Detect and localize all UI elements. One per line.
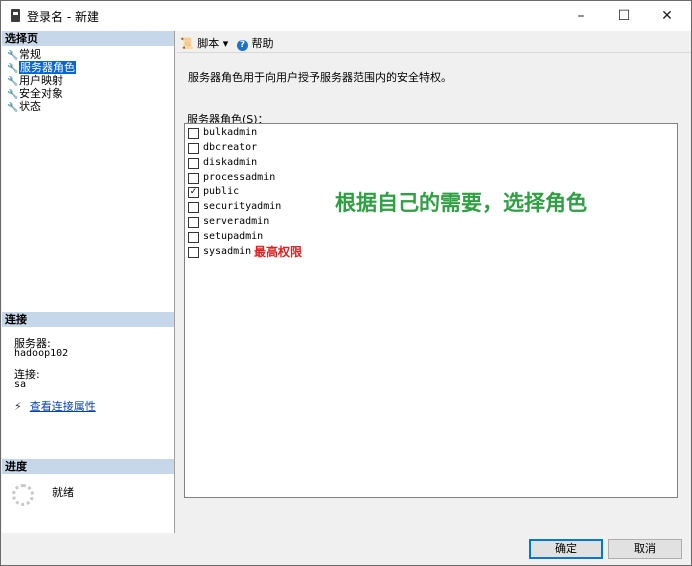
role-checkbox[interactable] — [188, 173, 199, 184]
wrench-icon: 🔧 — [7, 103, 19, 113]
select-page-header: 选择页 — [2, 31, 174, 46]
connection-header: 连接 — [2, 312, 174, 327]
nav-item-status[interactable]: 🔧状态 — [7, 100, 41, 113]
nav-item-general[interactable]: 🔧常规 — [7, 48, 41, 61]
maximize-button[interactable]: ☐ — [601, 1, 647, 31]
close-button[interactable]: ✕ — [644, 1, 690, 31]
chevron-down-icon: ▾ — [222, 37, 229, 50]
cancel-button[interactable]: 取消 — [608, 539, 682, 559]
role-checkbox[interactable] — [188, 158, 199, 169]
role-checkbox-checked[interactable]: ✓ — [188, 187, 199, 198]
app-icon — [11, 9, 20, 22]
progress-spinner-icon — [12, 484, 34, 506]
page-description: 服务器角色用于向用户授予服务器范围内的安全特权。 — [188, 71, 452, 84]
role-checkbox[interactable] — [188, 217, 199, 228]
help-button[interactable]: ? 帮助 — [237, 35, 274, 51]
ok-button[interactable]: 确定 — [529, 539, 603, 559]
role-checkbox[interactable] — [188, 202, 199, 213]
minimize-button[interactable]: – — [558, 1, 604, 31]
view-connection-properties-link[interactable]: ⚡ 查看连接属性 — [14, 398, 96, 414]
progress-header: 进度 — [2, 459, 174, 474]
role-checkbox[interactable] — [188, 128, 199, 139]
toolbar: 📜 脚本 ▾ ? 帮助 — [177, 31, 691, 53]
server-roles-list: bulkadmin dbcreator diskadmin processadm… — [184, 123, 678, 498]
script-icon: 📜 — [180, 37, 194, 50]
annotation-choose-role: 根据自己的需要，选择角色 — [335, 191, 587, 215]
annotation-highest-privilege: 最高权限 — [254, 245, 303, 259]
window-title: 登录名 - 新建 — [27, 10, 99, 24]
progress-status: 就绪 — [52, 486, 74, 499]
role-checkbox[interactable] — [188, 232, 199, 243]
title-bar: 登录名 - 新建 – ☐ ✕ — [1, 1, 691, 31]
server-value: hadoop102 — [14, 348, 69, 359]
script-dropdown[interactable]: 📜 脚本 ▾ — [180, 35, 228, 51]
nav-item-server-roles[interactable]: 🔧 服务器角色 — [7, 61, 76, 74]
help-icon: ? — [237, 40, 248, 51]
connect-value: sa — [14, 379, 27, 390]
role-checkbox[interactable] — [188, 143, 199, 154]
nav-item-securables[interactable]: 🔧安全对象 — [7, 87, 63, 100]
left-pane: 选择页 🔧常规 🔧 服务器角色 🔧用户映射 🔧安全对象 🔧状态 连接 服务器: h… — [2, 31, 175, 533]
login-new-dialog: 登录名 - 新建 – ☐ ✕ 选择页 🔧常规 🔧 服务器角色 🔧用户映射 🔧安全对… — [0, 0, 692, 566]
role-checkbox[interactable] — [188, 247, 199, 258]
connection-icon: ⚡ — [14, 400, 22, 413]
nav-item-user-mapping[interactable]: 🔧用户映射 — [7, 74, 63, 87]
